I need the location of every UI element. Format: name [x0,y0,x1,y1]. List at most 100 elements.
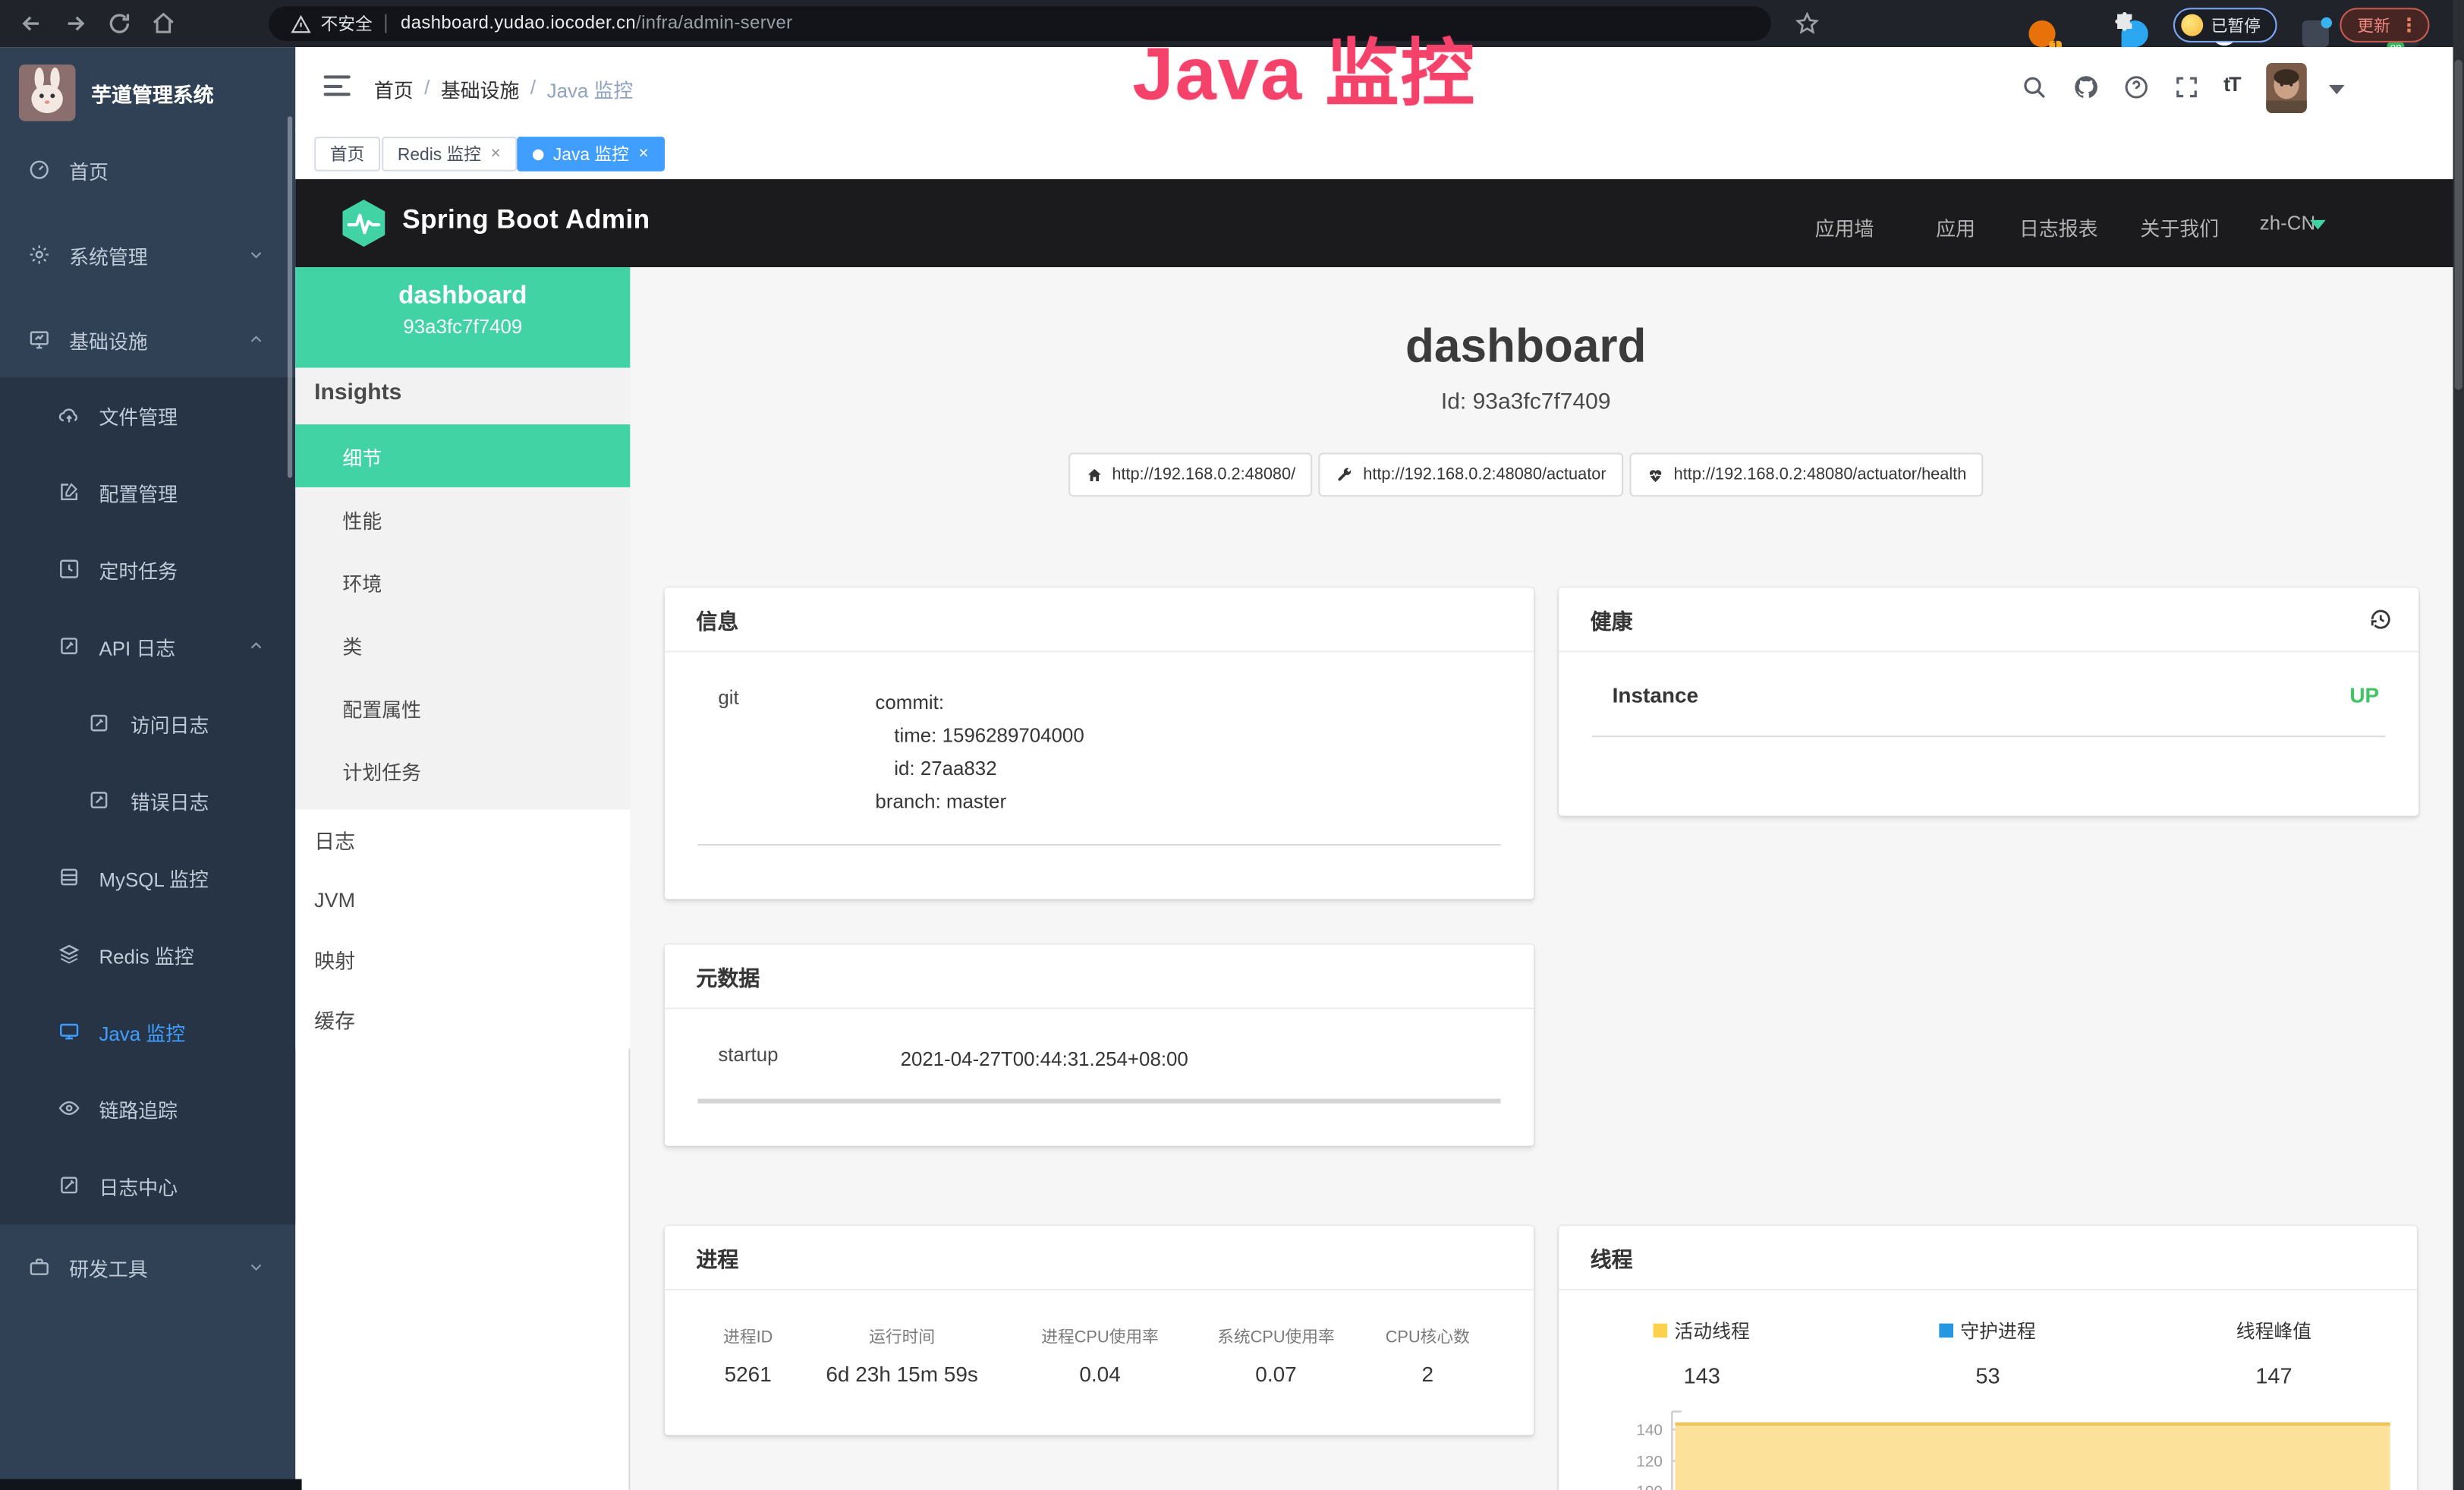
extension-puzzle-icon[interactable] [2112,11,2137,36]
main-sidebar: 芋道管理系统 首页 系统管理 基础设施 文件管理 配置管理 定时任务 [0,47,295,1490]
threads-card: 线程 活动线程 143 守护进程 53 线程峰值 147 140 120 100 [1559,1226,2417,1490]
home-icon [1085,466,1103,484]
sba-nav-wallboard[interactable]: 应用墙 [1815,213,1874,242]
sidebar-item-access-log[interactable]: 访问日志 [0,685,295,761]
sidebar-item-home[interactable]: 首页 [0,132,295,207]
breadcrumb-current: Java 监控 [547,73,634,102]
threads-legend: 活动线程 143 守护进程 53 线程峰值 147 [1559,1317,2417,1388]
app-logo-row[interactable]: 芋道管理系统 [0,47,295,138]
breadcrumb-home[interactable]: 首页 [374,73,414,102]
bookmark-star-icon[interactable] [1795,11,1820,36]
url-text[interactable]: dashboard.yudao.iocoder.cn/infra/admin-s… [401,14,792,33]
tab-home[interactable]: 首页 [314,137,380,172]
window-bottom-edge [0,1479,302,1490]
breadcrumb-infra[interactable]: 基础设施 [441,73,520,102]
menu-item-details-active[interactable]: 细节 [295,424,630,487]
instance-id: 93a3fc7f7409 [295,311,630,338]
info-value: commit: time: 1596289704000 id: 27aa832 … [875,687,1500,819]
process-header-row: 进程ID运行时间进程CPU使用率系统CPU使用率CPU核心数 [697,1325,1500,1349]
chevron-down-icon [248,247,264,263]
page-scrollbar[interactable] [2453,0,2464,1490]
close-icon[interactable]: × [638,146,648,163]
y-tick-140: 140 [1636,1422,1663,1439]
app-title: 芋道管理系统 [91,78,214,108]
page-title: dashboard [630,320,2422,373]
sidebar-item-job[interactable]: 定时任务 [0,531,295,606]
sidebar-scrollbar[interactable] [288,116,292,477]
menu-item-environment[interactable]: 环境 [295,550,630,613]
menu-item-metrics[interactable]: 性能 [295,487,630,550]
insights-section-title: Insights [314,380,401,405]
cpu-cores: 2 [1358,1362,1497,1386]
reload-icon[interactable] [107,11,132,36]
sidebar-item-redis[interactable]: Redis 监控 [0,916,295,991]
extension-icon-orange[interactable]: 1 [2028,20,2055,46]
user-menu-caret-icon[interactable] [2329,85,2345,94]
process-cpu: 0.04 [1005,1362,1194,1386]
sba-nav-journal[interactable]: 日志报表 [2019,213,2098,242]
menu-item-scheduled-tasks[interactable]: 计划任务 [295,739,630,802]
paused-badge[interactable]: 已暂停 [2173,8,2277,43]
browser-menu-dots-icon[interactable]: ⋮ [2399,14,2418,36]
wrench-icon [1336,466,1354,484]
sidebar-item-mysql[interactable]: MySQL 监控 [0,840,295,915]
collapse-menu-icon[interactable] [324,75,351,99]
forward-icon[interactable] [63,11,88,36]
home-icon[interactable] [151,11,176,36]
sba-brand[interactable]: Spring Boot Admin [402,204,650,235]
back-icon[interactable] [19,11,44,36]
sidebar-item-error-log[interactable]: 错误日志 [0,762,295,837]
fullscreen-icon[interactable] [2173,74,2200,100]
locale-caret-icon[interactable] [2310,220,2326,229]
help-icon[interactable] [2123,74,2150,100]
user-avatar[interactable] [2266,63,2307,113]
annotation-overlay: Java 监控 [857,13,1752,121]
legend-blue-chip [1940,1324,1954,1338]
instance-header[interactable]: dashboard 93a3fc7f7409 [295,267,630,368]
service-url-button[interactable]: http://192.168.0.2:48080/ [1068,452,1313,496]
health-url-button[interactable]: http://192.168.0.2:48080/actuator/health [1630,452,1984,496]
spring-boot-admin-logo [342,200,385,247]
paused-label: 已暂停 [2211,14,2261,37]
chevron-up-icon [248,332,264,348]
search-icon[interactable] [2021,74,2047,100]
scrollbar-thumb[interactable] [2455,60,2462,390]
github-icon[interactable] [2072,74,2099,100]
menu-item-mappings[interactable]: 映射 [295,929,630,989]
y-tick-120: 120 [1636,1453,1663,1470]
sidebar-item-infra[interactable]: 基础设施 [0,302,295,377]
close-icon[interactable]: × [490,146,500,163]
sba-nav-applications[interactable]: 应用 [1936,213,1975,242]
sidebar-item-file[interactable]: 文件管理 [0,377,295,452]
emoji-face-icon [2181,14,2203,36]
sidebar-item-config[interactable]: 配置管理 [0,454,295,529]
health-history-icon[interactable] [2368,606,2393,632]
sba-nav-about[interactable]: 关于我们 [2140,213,2219,242]
process-value-row: 52616d 23h 15m 59s0.040.072 [697,1362,1500,1386]
menu-item-config-props[interactable]: 配置属性 [295,676,630,739]
instance-links: http://192.168.0.2:48080/ http://192.168… [630,452,2422,496]
sidebar-item-log-center[interactable]: 日志中心 [0,1148,295,1223]
sidebar-item-dev-tools[interactable]: 研发工具 [0,1229,295,1304]
extension-icon-grid[interactable] [2302,20,2329,46]
menu-item-classes[interactable]: 类 [295,613,630,676]
process-card-title: 进程 [696,1242,738,1273]
tab-redis[interactable]: Redis 监控× [382,137,516,172]
sidebar-item-api-log[interactable]: API 日志 [0,608,295,683]
menu-item-jvm[interactable]: JVM [295,869,630,929]
update-button[interactable]: 更新 ⋮ [2340,8,2429,43]
sidebar-item-trace[interactable]: 链路追踪 [0,1070,295,1145]
menu-item-logs[interactable]: 日志 [295,809,630,869]
layers-icon [58,943,80,965]
not-secure-warning-icon [291,14,311,34]
sidebar-item-java-active[interactable]: Java 监控 [0,994,295,1069]
sba-locale-select[interactable]: zh-CN [2260,213,2315,235]
heartbeat-icon [1647,466,1664,484]
font-size-icon[interactable]: tT [2223,72,2239,96]
eye-icon [58,1097,80,1119]
tab-java-active[interactable]: Java 监控× [517,137,664,172]
menu-item-caches[interactable]: 缓存 [295,989,630,1049]
health-status-up: UP [2349,684,2385,707]
actuator-url-button[interactable]: http://192.168.0.2:48080/actuator [1319,452,1623,496]
sidebar-item-system[interactable]: 系统管理 [0,217,295,292]
